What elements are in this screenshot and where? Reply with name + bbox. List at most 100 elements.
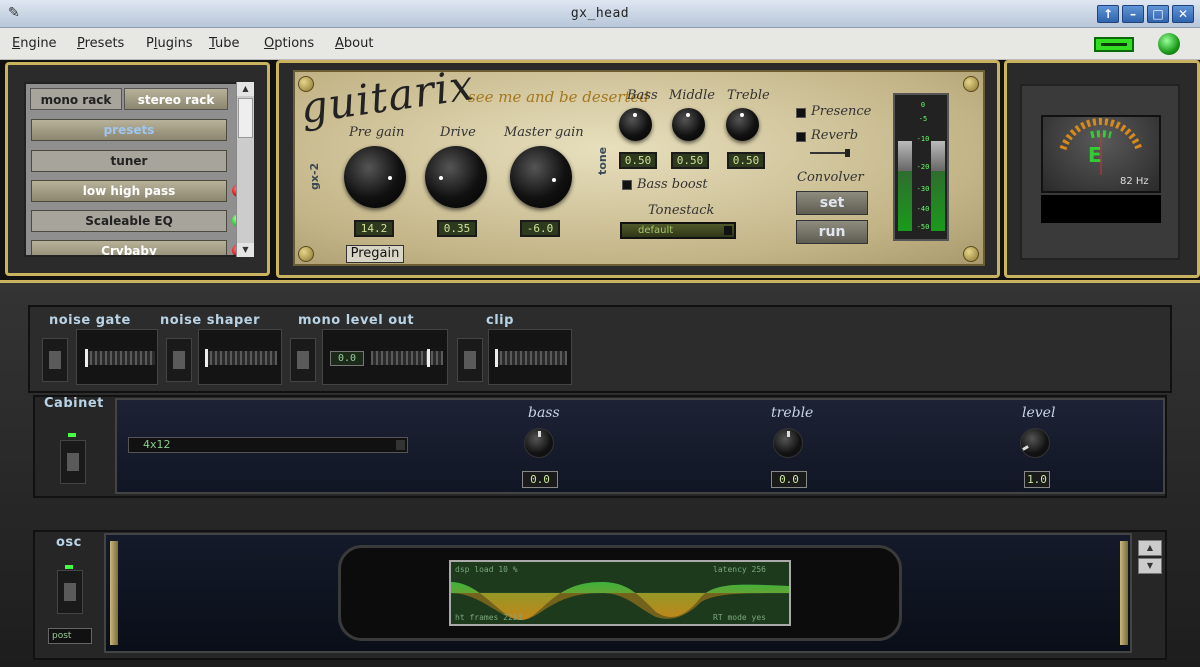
rack-scrollbar[interactable]: ▲ ▼ <box>236 82 254 257</box>
tonestack-select[interactable]: default <box>620 222 736 239</box>
rack-item-tuner[interactable]: tuner <box>31 150 227 172</box>
middle-knob[interactable] <box>672 108 705 141</box>
treble-knob[interactable] <box>726 108 759 141</box>
cabinet-level-label: level <box>1022 405 1056 421</box>
presence-label: Presence <box>811 104 872 119</box>
reverb-label: Reverb <box>811 128 859 143</box>
rack-item-low-high-pass[interactable]: low high pass <box>31 180 227 202</box>
screw-icon <box>963 76 979 92</box>
cabinet-bass-label: bass <box>528 405 560 421</box>
tuner-frequency: 82 Hz <box>1120 176 1149 187</box>
middle-label: Middle <box>669 88 715 103</box>
frames-readout: ht frames 2251 <box>455 613 523 622</box>
rack-item-crybaby[interactable]: Crybaby <box>31 240 227 255</box>
pre-gain-knob[interactable] <box>344 146 406 208</box>
meter-tick: -5 <box>918 115 928 123</box>
osc-scroll-up-icon[interactable]: ▲ <box>1138 540 1162 556</box>
drive-value: 0.35 <box>437 220 477 237</box>
osc-scroll-buttons: ▲ ▼ <box>1138 540 1162 576</box>
menu-options[interactable]: Options <box>264 36 314 51</box>
bass-knob[interactable] <box>619 108 652 141</box>
rack-item-presets[interactable]: presets <box>31 119 227 141</box>
meter-tick: 0 <box>920 101 926 109</box>
engine-state-led[interactable] <box>1158 33 1180 55</box>
raise-window-button[interactable]: ↑ <box>1097 5 1119 23</box>
mono-rack-tab[interactable]: mono rack <box>30 88 122 110</box>
latency-readout: latency 256 <box>713 565 766 574</box>
master-gain-value: -6.0 <box>520 220 560 237</box>
convolver-run-button[interactable]: run <box>796 220 868 244</box>
rack-item-scaleable-eq[interactable]: Scaleable EQ <box>31 210 227 232</box>
minimize-button[interactable]: – <box>1122 5 1144 23</box>
meter-bar-right <box>931 171 945 231</box>
presence-checkbox[interactable] <box>796 108 806 118</box>
menu-tube[interactable]: Tube <box>209 36 239 51</box>
bass-boost-label: Bass boost <box>637 177 708 192</box>
stereo-rack-tab[interactable]: stereo rack <box>124 88 228 110</box>
drive-label: Drive <box>440 125 476 140</box>
middle-value: 0.50 <box>671 152 709 169</box>
tonestack-label: Tonestack <box>648 203 715 218</box>
pregain-tooltip: Pregain <box>346 245 404 263</box>
output-level-meter: 0 -5 -10 -20 -30 -40 -50 <box>893 93 949 241</box>
window-title: gx_head <box>570 6 630 21</box>
meter-tick: -10 <box>916 135 930 143</box>
slogan: see me and be deserted <box>468 88 650 106</box>
drive-knob[interactable] <box>425 146 487 208</box>
menu-presets[interactable]: Presets <box>77 36 124 51</box>
clip-slider[interactable] <box>488 329 572 385</box>
noise-shaper-switch[interactable] <box>166 338 192 382</box>
mono-level-out-value: 0.0 <box>330 351 364 366</box>
title-bar: ✎ gx_head ↑ – □ ✕ <box>0 0 1200 28</box>
noise-gate-switch[interactable] <box>42 338 68 382</box>
reverb-checkbox[interactable] <box>796 132 806 142</box>
osc-led <box>65 565 73 569</box>
scroll-up-arrow-icon[interactable]: ▲ <box>237 82 254 96</box>
menu-engine[interactable]: Engine <box>12 36 57 51</box>
noise-shaper-label: noise shaper <box>160 313 261 328</box>
close-button[interactable]: ✕ <box>1172 5 1194 23</box>
cabinet-treble-knob[interactable] <box>773 428 803 458</box>
cabinet-led <box>68 433 76 437</box>
bass-value: 0.50 <box>619 152 657 169</box>
cabinet-bass-value: 0.0 <box>522 471 558 488</box>
menu-plugins[interactable]: Plugins <box>146 36 193 51</box>
meter-tick: -30 <box>916 185 930 193</box>
jack-connection-indicator[interactable] <box>1094 37 1134 52</box>
cabinet-label: Cabinet <box>44 396 104 411</box>
tuner-note: E <box>1088 143 1102 167</box>
reverb-slider[interactable] <box>810 149 850 157</box>
rack-list: mono rack stereo rack presets tuner low … <box>24 82 254 257</box>
osc-display: dsp load 10 % latency 256 ht frames 2251… <box>449 560 791 626</box>
scroll-thumb[interactable] <box>238 98 253 138</box>
noise-gate-label: noise gate <box>49 313 131 328</box>
osc-mode-select[interactable]: post <box>48 628 92 644</box>
noise-gate-slider[interactable] <box>76 329 158 385</box>
cabinet-treble-label: treble <box>771 405 814 421</box>
meter-peak-left <box>898 141 912 171</box>
model-label: gx-2 <box>308 162 321 190</box>
bass-boost-checkbox[interactable] <box>622 180 632 190</box>
meter-tick: -40 <box>916 205 930 213</box>
meter-tick: -20 <box>916 163 930 171</box>
menu-about[interactable]: About <box>335 36 373 51</box>
tuner-footer <box>1041 195 1161 223</box>
maximize-button[interactable]: □ <box>1147 5 1169 23</box>
scroll-down-arrow-icon[interactable]: ▼ <box>237 243 254 257</box>
master-gain-knob[interactable] <box>510 146 572 208</box>
cabinet-treble-value: 0.0 <box>771 471 807 488</box>
osc-switch[interactable] <box>57 570 83 614</box>
osc-scroll-down-icon[interactable]: ▼ <box>1138 558 1162 574</box>
cabinet-bass-knob[interactable] <box>524 428 554 458</box>
convolver-set-button[interactable]: set <box>796 191 868 215</box>
mono-level-out-switch[interactable] <box>290 338 316 382</box>
cabinet-model-select[interactable]: 4x12 <box>128 437 408 453</box>
noise-shaper-slider[interactable] <box>198 329 282 385</box>
mono-level-out-label: mono level out <box>298 313 415 328</box>
dsp-load-readout: dsp load 10 % <box>455 565 518 574</box>
cabinet-switch[interactable] <box>60 440 86 484</box>
osc-right-handle <box>1120 541 1128 645</box>
cabinet-level-knob[interactable] <box>1020 428 1050 458</box>
clip-switch[interactable] <box>457 338 483 382</box>
meter-bar-left <box>898 171 912 231</box>
